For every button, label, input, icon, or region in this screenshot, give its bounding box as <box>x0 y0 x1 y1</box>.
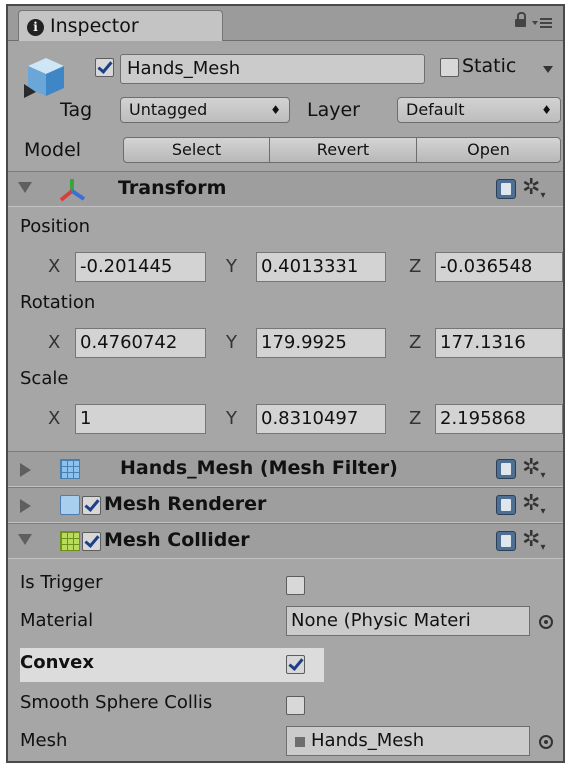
position-z-field[interactable]: -0.036548 <box>435 252 563 282</box>
rotation-y-axis: Y <box>226 332 237 353</box>
material-label: Material <box>20 610 94 631</box>
mesh-collider-header[interactable]: Mesh Collider ✲▾ <box>8 523 563 559</box>
help-book-icon[interactable] <box>496 531 516 551</box>
object-picker-icon[interactable] <box>539 615 553 629</box>
object-picker-icon[interactable] <box>539 735 553 749</box>
active-checkbox[interactable] <box>95 58 114 77</box>
rotation-y-field[interactable]: 179.9925 <box>256 328 386 358</box>
position-label: Position <box>20 216 91 237</box>
foldout-expanded-icon[interactable] <box>18 182 32 193</box>
model-open-button[interactable]: Open <box>416 137 561 163</box>
foldout-collapsed-icon[interactable] <box>20 463 31 477</box>
transform-icon <box>58 177 86 203</box>
is-trigger-label: Is Trigger <box>20 572 103 593</box>
layer-dropdown[interactable]: Default ♦ <box>397 97 561 123</box>
convex-checkbox[interactable] <box>286 655 305 674</box>
info-icon: i <box>27 19 44 36</box>
tab-inspector-label: Inspector <box>50 15 139 37</box>
model-select-button[interactable]: Select <box>123 137 270 163</box>
scale-y-axis: Y <box>226 408 237 429</box>
tag-dropdown-value: Untagged <box>129 100 208 119</box>
transform-title: Transform <box>118 177 227 199</box>
help-book-icon[interactable] <box>496 495 516 515</box>
scale-label: Scale <box>20 368 69 389</box>
gear-icon[interactable]: ✲▾ <box>522 457 545 487</box>
position-y-axis: Y <box>226 256 237 277</box>
foldout-expanded-icon[interactable] <box>18 534 32 545</box>
position-z-axis: Z <box>409 256 422 277</box>
layer-label: Layer <box>307 99 360 121</box>
tag-dropdown[interactable]: Untagged ♦ <box>120 97 290 123</box>
rotation-x-axis: X <box>48 332 61 353</box>
mesh-filter-icon <box>60 459 80 479</box>
rotation-z-field[interactable]: 177.1316 <box>435 328 563 358</box>
position-x-field[interactable]: -0.201445 <box>75 252 206 282</box>
tab-bar: i Inspector <box>8 6 563 41</box>
rotation-z-axis: Z <box>409 332 422 353</box>
lock-icon[interactable] <box>515 19 526 27</box>
gear-glyph: ✲ <box>522 491 541 516</box>
help-book-icon[interactable] <box>496 459 516 479</box>
mesh-asset-icon <box>295 737 305 747</box>
tag-label: Tag <box>60 99 93 121</box>
static-label[interactable]: Static <box>462 55 516 77</box>
mesh-collider-title: Mesh Collider <box>104 529 250 551</box>
mesh-field[interactable]: Hands_Mesh <box>286 726 530 756</box>
mesh-collider-enabled-checkbox[interactable] <box>82 532 101 551</box>
mesh-renderer-icon <box>60 495 80 515</box>
transform-header[interactable]: Transform ✲▾ <box>8 171 563 207</box>
static-checkbox[interactable] <box>440 58 459 77</box>
updown-arrow-icon: ♦ <box>270 103 281 117</box>
gear-icon[interactable]: ✲▾ <box>522 493 545 523</box>
mesh-filter-title: Hands_Mesh (Mesh Filter) <box>120 457 398 479</box>
position-y-field[interactable]: 0.4013331 <box>256 252 386 282</box>
mesh-filter-header[interactable]: Hands_Mesh (Mesh Filter) ✲▾ <box>8 451 563 487</box>
foldout-collapsed-icon[interactable] <box>20 499 31 513</box>
inspector-panel: i Inspector Hands_Mesh Static Tag Untagge… <box>6 4 565 763</box>
material-field[interactable]: None (Physic Materi <box>286 606 530 636</box>
mesh-renderer-title: Mesh Renderer <box>104 493 267 515</box>
gear-icon[interactable]: ✲▾ <box>522 177 545 207</box>
mesh-renderer-enabled-checkbox[interactable] <box>82 496 101 515</box>
is-trigger-checkbox[interactable] <box>286 576 305 595</box>
gear-glyph: ✲ <box>522 455 541 480</box>
tab-inspector[interactable]: i Inspector <box>18 10 223 41</box>
lock-shackle <box>517 12 526 20</box>
mesh-label: Mesh <box>20 730 68 751</box>
mesh-collider-icon <box>60 531 80 551</box>
static-dropdown-arrow-icon[interactable] <box>543 66 553 73</box>
smooth-sphere-checkbox[interactable] <box>286 696 305 715</box>
updown-arrow-icon: ♦ <box>541 103 552 117</box>
rotation-x-field[interactable]: 0.4760742 <box>75 328 206 358</box>
panel-menu-icon[interactable] <box>532 16 554 30</box>
scale-z-field[interactable]: 2.195868 <box>435 404 563 434</box>
model-label: Model <box>24 139 82 161</box>
scale-x-axis: X <box>48 408 61 429</box>
scale-y-field[interactable]: 0.8310497 <box>256 404 386 434</box>
scale-z-axis: Z <box>409 408 422 429</box>
object-name-field[interactable]: Hands_Mesh <box>120 54 425 84</box>
gear-glyph: ✲ <box>522 175 541 200</box>
layer-dropdown-value: Default <box>406 100 465 119</box>
smooth-sphere-label: Smooth Sphere Collis <box>20 692 213 713</box>
mesh-renderer-header[interactable]: Mesh Renderer ✲▾ <box>8 487 563 523</box>
gameobject-cube-icon <box>20 52 68 100</box>
gear-glyph: ✲ <box>522 527 541 552</box>
convex-label: Convex <box>20 652 94 673</box>
model-revert-button[interactable]: Revert <box>269 137 417 163</box>
mesh-field-value: Hands_Mesh <box>311 730 425 751</box>
rotation-label: Rotation <box>20 292 96 313</box>
position-x-axis: X <box>48 256 61 277</box>
scale-x-field[interactable]: 1 <box>75 404 206 434</box>
gear-icon[interactable]: ✲▾ <box>522 529 545 559</box>
help-book-icon[interactable] <box>496 179 516 199</box>
